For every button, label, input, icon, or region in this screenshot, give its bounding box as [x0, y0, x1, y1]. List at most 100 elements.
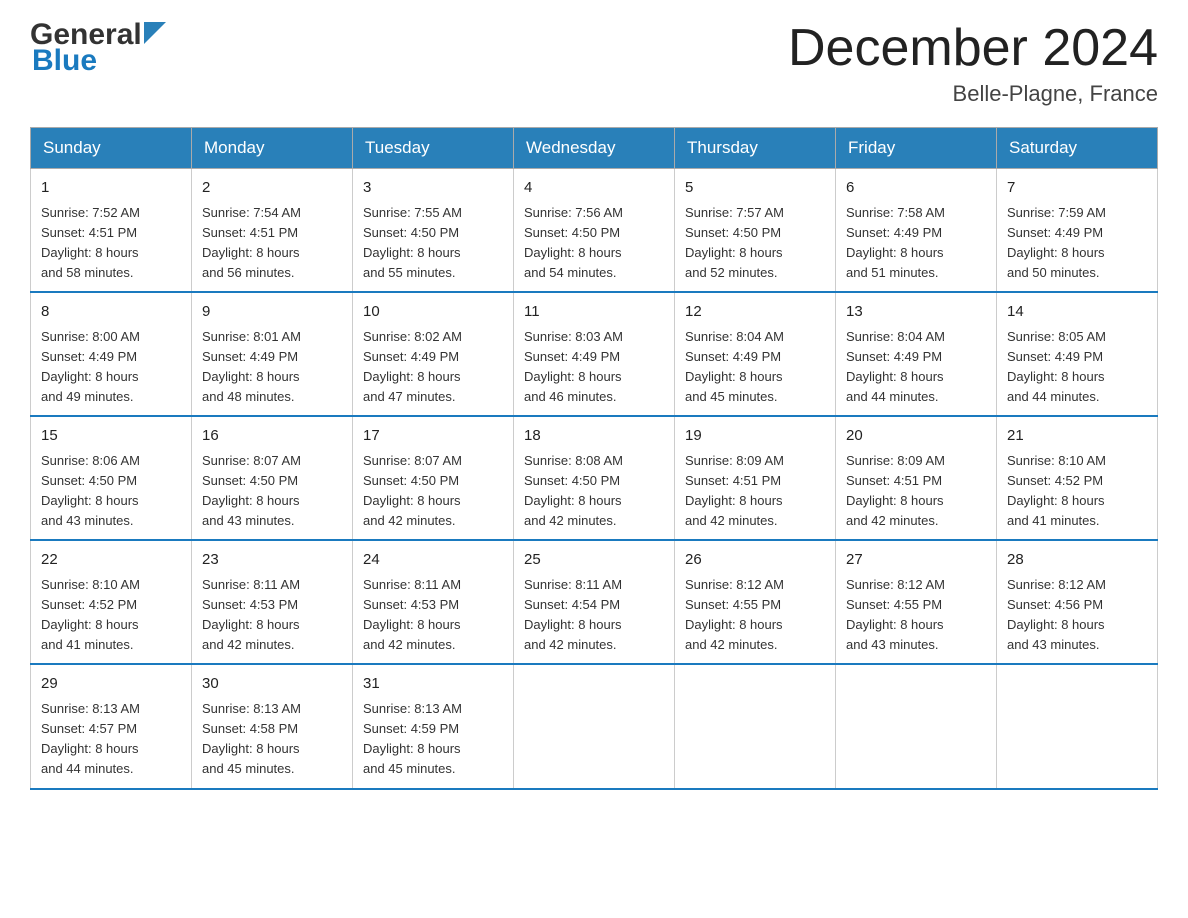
day-info: Sunrise: 8:02 AMSunset: 4:49 PMDaylight:… [363, 327, 503, 408]
day-of-week-header: Monday [192, 128, 353, 169]
day-number: 13 [846, 301, 986, 324]
day-number: 11 [524, 301, 664, 324]
calendar-cell: 18 Sunrise: 8:08 AMSunset: 4:50 PMDayligh… [514, 416, 675, 540]
calendar-cell: 17Sunrise: 8:07 AMSunset: 4:50 PMDayligh… [353, 416, 514, 540]
calendar-cell: 16 Sunrise: 8:07 AMSunset: 4:50 PMDayligh… [192, 416, 353, 540]
day-info: Sunrise: 8:07 AMSunset: 4:50 PMDaylight:… [363, 451, 503, 532]
day-info: Sunrise: 8:01 AMSunset: 4:49 PMDaylight:… [202, 327, 342, 408]
day-number: 5 [685, 177, 825, 200]
calendar-cell: 22 Sunrise: 8:10 AMSunset: 4:52 PMDayligh… [31, 540, 192, 664]
calendar-cell: 7Sunrise: 7:59 AMSunset: 4:49 PMDaylight… [997, 169, 1158, 293]
calendar-cell: 24Sunrise: 8:11 AMSunset: 4:53 PMDayligh… [353, 540, 514, 664]
calendar-cell: 25 Sunrise: 8:11 AMSunset: 4:54 PMDayligh… [514, 540, 675, 664]
day-number: 18 [524, 425, 664, 448]
day-info: Sunrise: 8:06 AMSunset: 4:50 PMDaylight:… [41, 451, 181, 532]
day-number: 27 [846, 549, 986, 572]
calendar-cell: 30 Sunrise: 8:13 AMSunset: 4:58 PMDayligh… [192, 664, 353, 788]
day-info: Sunrise: 8:00 AMSunset: 4:49 PMDaylight:… [41, 327, 181, 408]
calendar-cell [997, 664, 1158, 788]
calendar-cell: 9Sunrise: 8:01 AMSunset: 4:49 PMDaylight… [192, 292, 353, 416]
week-row: 8 Sunrise: 8:00 AMSunset: 4:49 PMDaylight… [31, 292, 1158, 416]
day-info: Sunrise: 8:10 AMSunset: 4:52 PMDaylight:… [1007, 451, 1147, 532]
calendar-cell [675, 664, 836, 788]
location-label: Belle-Plagne, France [788, 81, 1158, 107]
day-info: Sunrise: 8:03 AMSunset: 4:49 PMDaylight:… [524, 327, 664, 408]
day-info: Sunrise: 7:56 AMSunset: 4:50 PMDaylight:… [524, 203, 664, 284]
day-info: Sunrise: 8:13 AMSunset: 4:58 PMDaylight:… [202, 699, 342, 780]
day-number: 4 [524, 177, 664, 200]
week-row: 29 Sunrise: 8:13 AMSunset: 4:57 PMDayligh… [31, 664, 1158, 788]
calendar-cell: 15 Sunrise: 8:06 AMSunset: 4:50 PMDayligh… [31, 416, 192, 540]
day-info: Sunrise: 7:58 AMSunset: 4:49 PMDaylight:… [846, 203, 986, 284]
day-info: Sunrise: 8:09 AMSunset: 4:51 PMDaylight:… [685, 451, 825, 532]
day-number: 16 [202, 425, 342, 448]
page-header: General Blue December 2024 Belle-Plagne,… [30, 20, 1158, 107]
calendar-table: SundayMondayTuesdayWednesdayThursdayFrid… [30, 127, 1158, 789]
month-title: December 2024 [788, 20, 1158, 77]
calendar-cell: 21 Sunrise: 8:10 AMSunset: 4:52 PMDayligh… [997, 416, 1158, 540]
day-number: 21 [1007, 425, 1147, 448]
calendar-cell: 23Sunrise: 8:11 AMSunset: 4:53 PMDayligh… [192, 540, 353, 664]
day-info: Sunrise: 7:55 AMSunset: 4:50 PMDaylight:… [363, 203, 503, 284]
day-info: Sunrise: 8:12 AMSunset: 4:55 PMDaylight:… [685, 575, 825, 656]
day-info: Sunrise: 8:11 AMSunset: 4:53 PMDaylight:… [202, 575, 342, 656]
day-of-week-header: Wednesday [514, 128, 675, 169]
calendar-cell: 14 Sunrise: 8:05 AMSunset: 4:49 PMDayligh… [997, 292, 1158, 416]
day-number: 6 [846, 177, 986, 200]
header-row: SundayMondayTuesdayWednesdayThursdayFrid… [31, 128, 1158, 169]
logo: General Blue [30, 20, 166, 76]
day-number: 30 [202, 673, 342, 696]
day-info: Sunrise: 8:11 AMSunset: 4:53 PMDaylight:… [363, 575, 503, 656]
day-of-week-header: Friday [836, 128, 997, 169]
calendar-cell: 1Sunrise: 7:52 AMSunset: 4:51 PMDaylight… [31, 169, 192, 293]
day-number: 12 [685, 301, 825, 324]
day-info: Sunrise: 8:04 AMSunset: 4:49 PMDaylight:… [846, 327, 986, 408]
calendar-cell: 19Sunrise: 8:09 AMSunset: 4:51 PMDayligh… [675, 416, 836, 540]
day-number: 15 [41, 425, 181, 448]
calendar-cell: 29 Sunrise: 8:13 AMSunset: 4:57 PMDayligh… [31, 664, 192, 788]
calendar-cell: 3 Sunrise: 7:55 AMSunset: 4:50 PMDaylight… [353, 169, 514, 293]
calendar-cell: 26Sunrise: 8:12 AMSunset: 4:55 PMDayligh… [675, 540, 836, 664]
day-number: 31 [363, 673, 503, 696]
day-of-week-header: Thursday [675, 128, 836, 169]
day-number: 29 [41, 673, 181, 696]
day-number: 28 [1007, 549, 1147, 572]
calendar-cell: 28 Sunrise: 8:12 AMSunset: 4:56 PMDayligh… [997, 540, 1158, 664]
calendar-cell: 31Sunrise: 8:13 AMSunset: 4:59 PMDayligh… [353, 664, 514, 788]
day-number: 20 [846, 425, 986, 448]
day-info: Sunrise: 8:07 AMSunset: 4:50 PMDaylight:… [202, 451, 342, 532]
title-section: December 2024 Belle-Plagne, France [788, 20, 1158, 107]
day-number: 25 [524, 549, 664, 572]
calendar-cell: 20 Sunrise: 8:09 AMSunset: 4:51 PMDayligh… [836, 416, 997, 540]
day-info: Sunrise: 8:05 AMSunset: 4:49 PMDaylight:… [1007, 327, 1147, 408]
day-info: Sunrise: 8:12 AMSunset: 4:56 PMDaylight:… [1007, 575, 1147, 656]
logo-blue-text: Blue [32, 44, 97, 77]
day-info: Sunrise: 8:09 AMSunset: 4:51 PMDaylight:… [846, 451, 986, 532]
day-info: Sunrise: 8:13 AMSunset: 4:57 PMDaylight:… [41, 699, 181, 780]
day-number: 8 [41, 301, 181, 324]
calendar-cell: 2Sunrise: 7:54 AMSunset: 4:51 PMDaylight… [192, 169, 353, 293]
calendar-cell: 5Sunrise: 7:57 AMSunset: 4:50 PMDaylight… [675, 169, 836, 293]
day-number: 10 [363, 301, 503, 324]
week-row: 1Sunrise: 7:52 AMSunset: 4:51 PMDaylight… [31, 169, 1158, 293]
day-info: Sunrise: 8:11 AMSunset: 4:54 PMDaylight:… [524, 575, 664, 656]
day-number: 7 [1007, 177, 1147, 200]
day-info: Sunrise: 8:10 AMSunset: 4:52 PMDaylight:… [41, 575, 181, 656]
day-info: Sunrise: 8:08 AMSunset: 4:50 PMDaylight:… [524, 451, 664, 532]
day-number: 22 [41, 549, 181, 572]
day-number: 14 [1007, 301, 1147, 324]
day-of-week-header: Sunday [31, 128, 192, 169]
day-info: Sunrise: 7:52 AMSunset: 4:51 PMDaylight:… [41, 203, 181, 284]
calendar-cell [514, 664, 675, 788]
week-row: 22 Sunrise: 8:10 AMSunset: 4:52 PMDayligh… [31, 540, 1158, 664]
calendar-cell: 10 Sunrise: 8:02 AMSunset: 4:49 PMDayligh… [353, 292, 514, 416]
logo-triangle-icon [144, 22, 166, 44]
calendar-cell: 8 Sunrise: 8:00 AMSunset: 4:49 PMDaylight… [31, 292, 192, 416]
day-of-week-header: Tuesday [353, 128, 514, 169]
calendar-cell [836, 664, 997, 788]
calendar-cell: 4 Sunrise: 7:56 AMSunset: 4:50 PMDaylight… [514, 169, 675, 293]
day-of-week-header: Saturday [997, 128, 1158, 169]
week-row: 15 Sunrise: 8:06 AMSunset: 4:50 PMDayligh… [31, 416, 1158, 540]
day-number: 3 [363, 177, 503, 200]
day-number: 2 [202, 177, 342, 200]
